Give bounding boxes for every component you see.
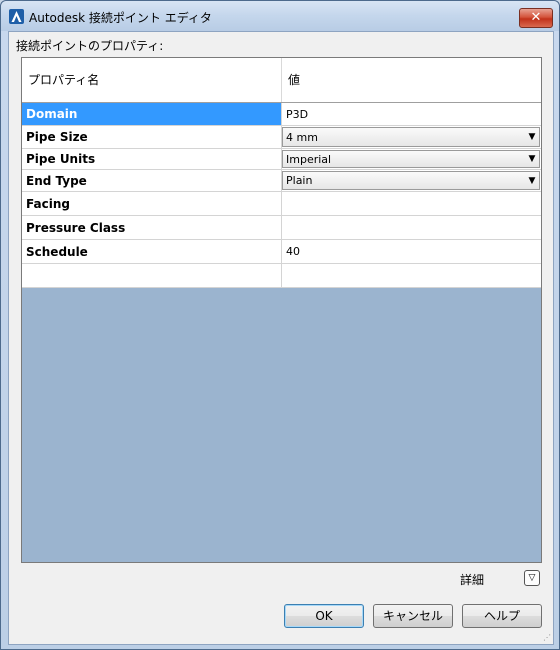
grid-row-domain[interactable]: Domain P3D	[22, 103, 541, 126]
dropdown-value: Imperial	[286, 152, 332, 166]
grid-header: プロパティ名 値	[22, 58, 541, 103]
property-name[interactable]: Pipe Size	[22, 126, 282, 148]
property-name[interactable]: Facing	[22, 192, 282, 215]
pipe-size-dropdown[interactable]: 4 mm ▼	[282, 127, 540, 147]
close-button[interactable]: ✕	[519, 8, 553, 28]
grid-row-facing[interactable]: Facing	[22, 192, 541, 216]
chevron-down-icon[interactable]: ▼	[525, 128, 539, 146]
property-value[interactable]	[282, 216, 541, 239]
chevron-down-icon[interactable]: ▼	[525, 172, 539, 189]
property-name[interactable]: Pipe Units	[22, 149, 282, 169]
property-name[interactable]: Pressure Class	[22, 216, 282, 239]
property-value[interactable]	[282, 192, 541, 215]
property-name[interactable]: Schedule	[22, 240, 282, 263]
close-icon: ✕	[530, 10, 542, 25]
section-label: 接続ポイントのプロパティ:	[16, 39, 164, 53]
chevron-down-icon: ▽	[528, 573, 536, 583]
help-button[interactable]: ヘルプ	[462, 604, 542, 628]
chevron-down-icon[interactable]: ▼	[525, 151, 539, 167]
property-value[interactable]: 40	[282, 240, 541, 263]
pipe-units-dropdown[interactable]: Imperial ▼	[282, 150, 540, 168]
property-name[interactable]: Domain	[22, 103, 282, 125]
property-value[interactable]	[282, 264, 541, 287]
grid-row-pressure-class[interactable]: Pressure Class	[22, 216, 541, 240]
column-header-property-name[interactable]: プロパティ名	[22, 58, 282, 102]
grid-row-empty[interactable]	[22, 264, 541, 288]
expand-details-button[interactable]: ▽	[524, 570, 540, 586]
property-name[interactable]	[22, 264, 282, 287]
property-name[interactable]: End Type	[22, 170, 282, 191]
grid-row-pipe-units[interactable]: Pipe Units Imperial ▼	[22, 149, 541, 170]
ok-button[interactable]: OK	[284, 604, 364, 628]
grid-row-schedule[interactable]: Schedule 40	[22, 240, 541, 264]
autodesk-app-icon	[9, 9, 24, 24]
details-label: 詳細	[460, 573, 485, 587]
dropdown-value: 4 mm	[286, 130, 318, 144]
property-grid: プロパティ名 値 Domain P3D Pipe Size 4 mm ▼ Pip…	[21, 57, 542, 563]
end-type-dropdown[interactable]: Plain ▼	[282, 171, 540, 190]
column-header-value[interactable]: 値	[282, 58, 541, 102]
grid-row-pipe-size[interactable]: Pipe Size 4 mm ▼	[22, 126, 541, 149]
dropdown-value: Plain	[286, 174, 313, 187]
window-title: Autodesk 接続ポイント エディタ	[29, 11, 212, 25]
resize-grip-icon[interactable]: ⋰	[543, 633, 555, 645]
cancel-button[interactable]: キャンセル	[373, 604, 453, 628]
grid-row-end-type[interactable]: End Type Plain ▼	[22, 170, 541, 192]
property-value[interactable]: P3D	[282, 103, 541, 125]
title-bar[interactable]: Autodesk 接続ポイント エディタ ✕	[1, 1, 559, 31]
